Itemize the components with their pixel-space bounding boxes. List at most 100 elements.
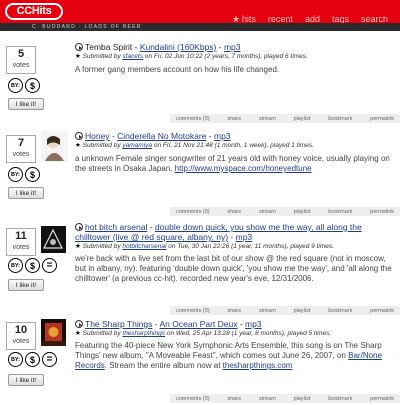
site-logo[interactable]: CCHits <box>5 3 63 20</box>
share-link[interactable]: share <box>227 308 241 314</box>
artist-link[interactable]: The Sharp Things <box>85 319 152 329</box>
submitter-link[interactable]: yamamiya <box>122 142 152 149</box>
stream-link[interactable]: stream <box>259 396 276 402</box>
share-link[interactable]: share <box>227 116 241 122</box>
vote-count-box: 5 votes <box>6 46 36 74</box>
submission-meta: ★ Submitted by yamamiya on Fri, 21 Nov 2… <box>75 142 314 149</box>
submission-meta: ★ Submitted by thesharpthings on Wed, 25… <box>75 330 332 337</box>
stream-link[interactable]: stream <box>259 116 276 122</box>
permalink-link[interactable]: permalink <box>370 209 394 215</box>
play-icon[interactable] <box>75 43 83 51</box>
share-link[interactable]: share <box>227 396 241 402</box>
bookmark-link[interactable]: bookmark <box>328 116 352 122</box>
vote-count-box: 10 votes <box>6 322 36 350</box>
tagline-bar: C. BUDDARD · LOADS OF BEER <box>0 23 400 31</box>
like-button[interactable]: I like it! <box>8 374 44 386</box>
license-icons[interactable]: BY: $ <box>8 78 40 93</box>
star-icon: ★ <box>75 142 81 149</box>
permalink-link[interactable]: permalink <box>370 396 394 402</box>
license-icons[interactable]: BY: $ = <box>8 352 57 367</box>
nav-hits[interactable]: ★ hits <box>232 15 256 24</box>
permalink-link[interactable]: permalink <box>370 308 394 314</box>
votes-label: votes <box>12 244 30 251</box>
votes-label: votes <box>12 338 30 345</box>
comments-link[interactable]: comments (0) <box>176 116 210 122</box>
track-link[interactable]: Kundalini (160Kbps) <box>140 42 217 52</box>
track-actions: comments (0) share stream playlist bookm… <box>170 114 400 123</box>
stream-link[interactable]: stream <box>259 308 276 314</box>
stream-link[interactable]: stream <box>259 209 276 215</box>
play-icon[interactable] <box>75 132 83 140</box>
playlist-link[interactable]: playlist <box>294 396 311 402</box>
track-description: A former gang members account on how his… <box>75 65 280 74</box>
permalink-link[interactable]: permalink <box>370 116 394 122</box>
license-noderivs-icon: = <box>42 258 57 273</box>
license-icons[interactable]: BY: $ = <box>8 258 57 273</box>
track-title-line: Temba Spirit - Kundalini (160Kbps) - mp3 <box>75 42 395 52</box>
site-header: CCHits ★ hits recent add tags search C. B… <box>0 0 400 31</box>
track-description: a unknown Female singer songwriter of 21… <box>75 154 390 173</box>
vote-count: 11 <box>15 230 27 242</box>
playlist-link[interactable]: playlist <box>294 209 311 215</box>
website-link[interactable]: thesharpthings.com <box>223 361 293 370</box>
submitter-link[interactable]: hotbitcharsenal <box>122 243 166 250</box>
like-button[interactable]: I like it! <box>8 187 44 199</box>
vote-count: 5 <box>17 48 25 60</box>
artist-name: Temba Spirit <box>85 42 133 52</box>
license-by-icon: BY: <box>8 352 23 367</box>
track-entry: 10 votes BY: $ = I like it! The Sharp Th… <box>0 317 400 405</box>
track-link[interactable]: An Ocean Part Deux <box>160 319 238 329</box>
play-icon[interactable] <box>75 320 83 328</box>
star-icon: ★ <box>75 243 81 250</box>
submitter-link[interactable]: thesharpthings <box>122 330 165 337</box>
artist-link[interactable]: Honey <box>85 131 110 141</box>
bookmark-link[interactable]: bookmark <box>328 209 352 215</box>
myspace-link[interactable]: http://www.myspace.com/honeyedtune <box>175 164 312 173</box>
license-by-icon: BY: <box>8 167 23 182</box>
license-by-icon: BY: <box>8 258 23 273</box>
comments-link[interactable]: comments (0) <box>176 396 210 402</box>
license-by-icon: BY: <box>8 78 23 93</box>
nav-add[interactable]: add <box>305 15 320 24</box>
track-info: The Sharp Things - An Ocean Part Deux - … <box>75 319 395 371</box>
submitter-link[interactable]: sfacets <box>122 53 143 60</box>
star-icon: ★ <box>75 53 81 60</box>
like-button[interactable]: I like it! <box>8 98 44 110</box>
playlist-link[interactable]: playlist <box>294 116 311 122</box>
album-thumbnail <box>41 226 66 253</box>
track-link[interactable]: Cinderella No Motokare <box>117 131 206 141</box>
share-link[interactable]: share <box>227 209 241 215</box>
format-link[interactable]: mp3 <box>236 232 253 242</box>
bookmark-link[interactable]: bookmark <box>328 396 352 402</box>
album-thumbnail <box>41 131 68 162</box>
submission-meta: ★ Submitted by sfacets on Fri, 02 Jun 10… <box>75 53 308 60</box>
format-link[interactable]: mp3 <box>245 319 262 329</box>
license-noderivs-icon: = <box>42 352 57 367</box>
vote-count: 10 <box>14 324 28 336</box>
track-title-line: Honey - Cinderella No Motokare - mp3 <box>75 131 395 141</box>
star-icon: ★ <box>75 330 81 337</box>
album-thumbnail <box>41 319 66 346</box>
track-description: Featuring the 40-piece New York Symphoni… <box>75 341 382 370</box>
votes-label: votes <box>12 62 30 69</box>
track-info: Temba Spirit - Kundalini (160Kbps) - mp3… <box>75 42 395 75</box>
format-link[interactable]: mp3 <box>224 42 241 52</box>
track-entry: 5 votes BY: $ I like it! Temba Spirit - … <box>0 41 400 126</box>
license-icons[interactable]: BY: $ <box>8 167 40 182</box>
artist-link[interactable]: hot bitch arsenal <box>85 222 147 232</box>
nav-recent[interactable]: recent <box>268 15 293 24</box>
track-title-line: The Sharp Things - An Ocean Part Deux - … <box>75 319 395 329</box>
main-nav: ★ hits recent add tags search <box>232 15 388 24</box>
license-noncommercial-icon: $ <box>25 167 40 182</box>
comments-link[interactable]: comments (0) <box>176 209 210 215</box>
comments-link[interactable]: comments (0) <box>176 308 210 314</box>
like-button[interactable]: I like it! <box>8 279 44 291</box>
nav-tags[interactable]: tags <box>332 15 349 24</box>
bookmark-link[interactable]: bookmark <box>328 308 352 314</box>
track-actions: comments (0) share stream playlist bookm… <box>170 306 400 315</box>
playlist-link[interactable]: playlist <box>294 308 311 314</box>
play-icon[interactable] <box>75 223 83 231</box>
track-info: Honey - Cinderella No Motokare - mp3 ★ S… <box>75 131 395 174</box>
nav-search[interactable]: search <box>361 15 388 24</box>
format-link[interactable]: mp3 <box>214 131 231 141</box>
